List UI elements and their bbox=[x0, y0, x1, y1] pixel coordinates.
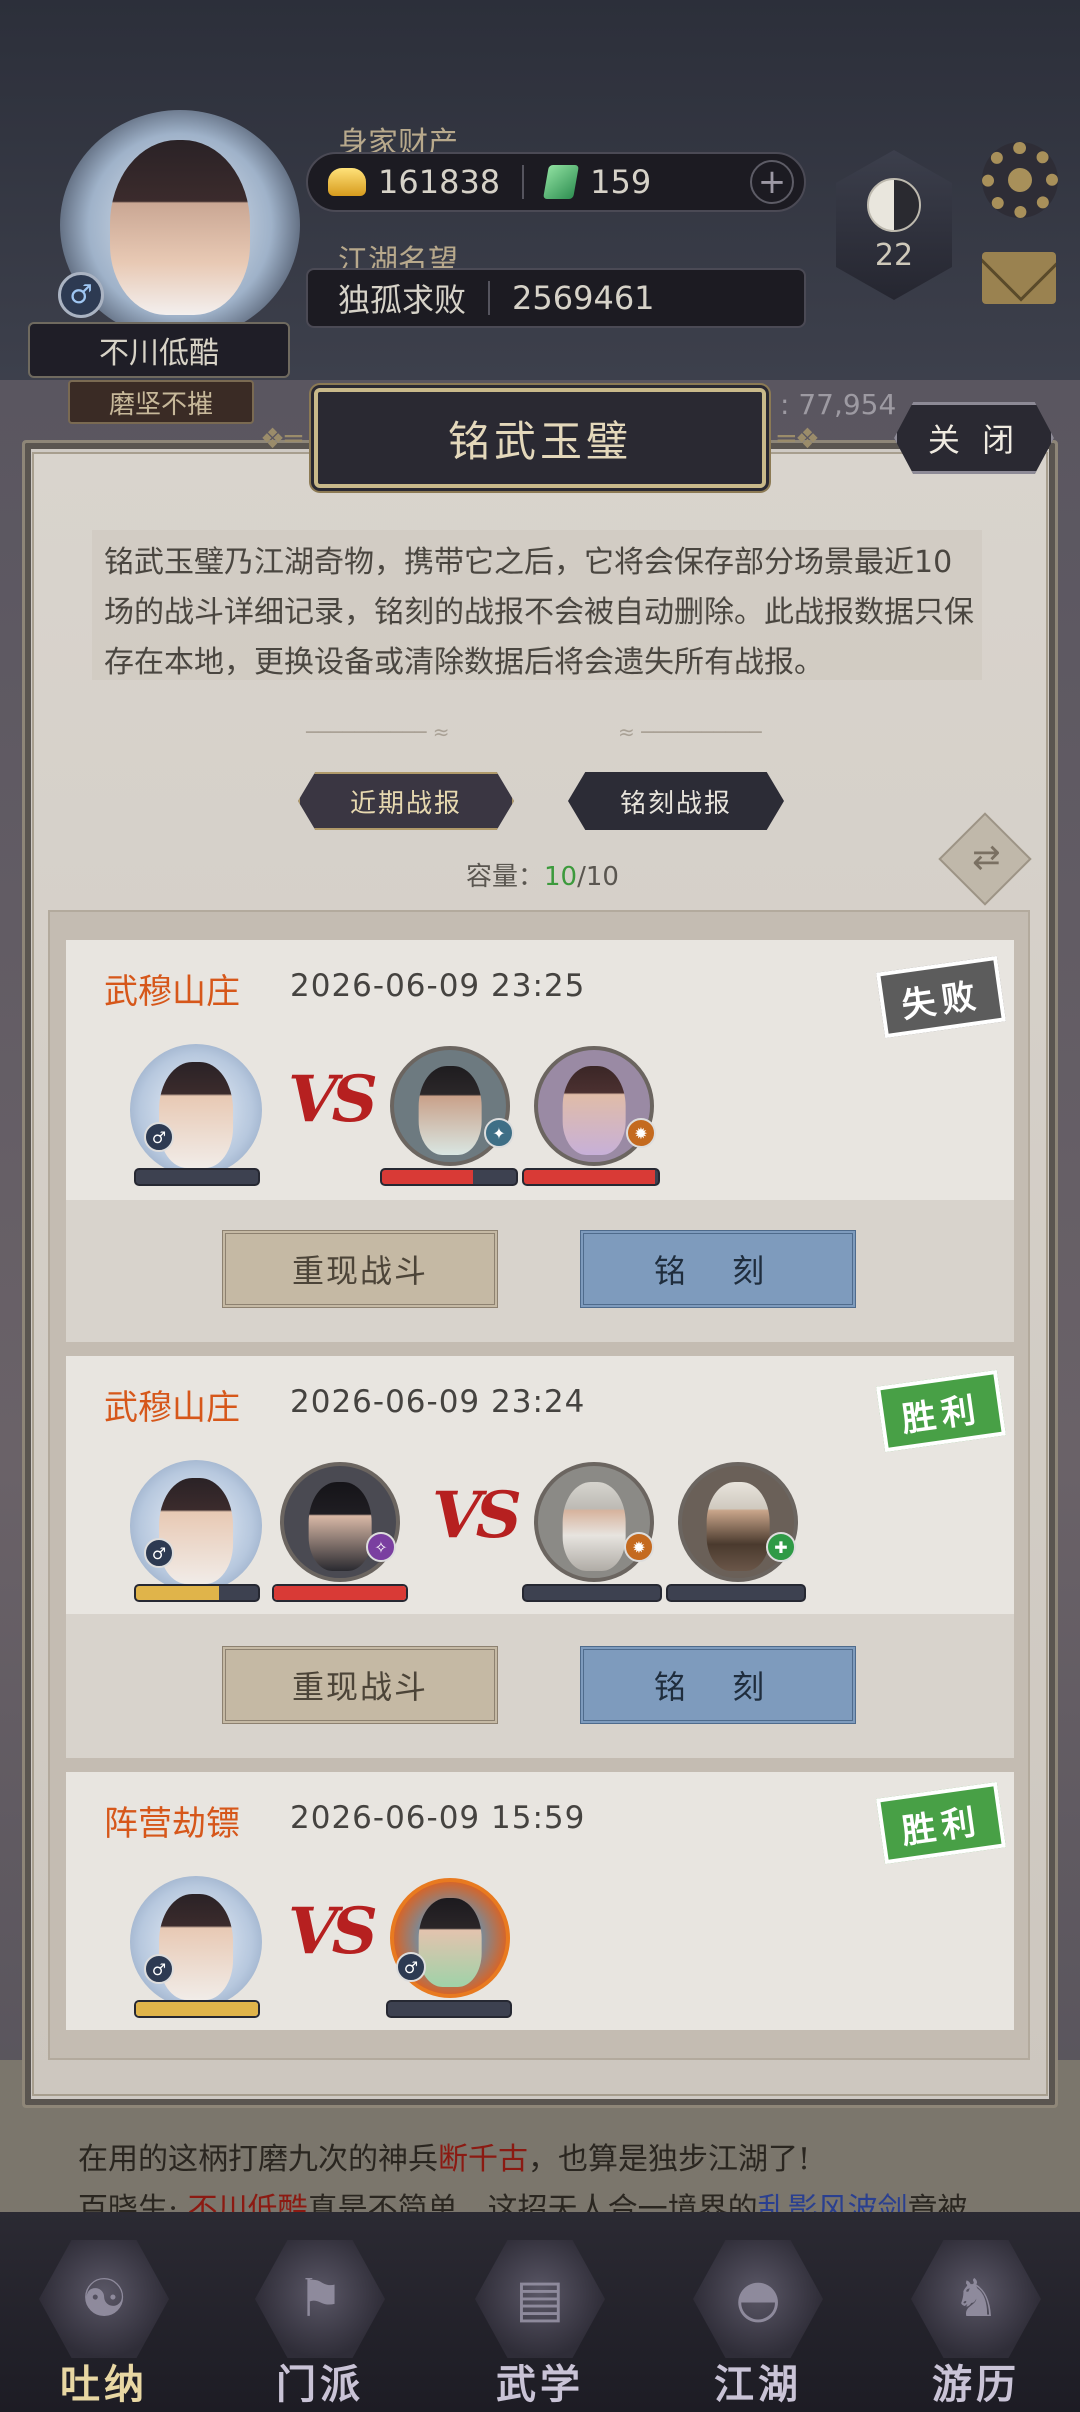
nav-item-sect[interactable]: ⚑ 门派 bbox=[240, 2240, 400, 2410]
male-icon: ♂ bbox=[58, 272, 104, 318]
player-portrait bbox=[130, 1460, 262, 1592]
player-name: 不川低酷 bbox=[28, 322, 290, 378]
report-time: 2026-06-09 23:25 bbox=[290, 968, 586, 1004]
nav-item-jianghu[interactable]: ◓ 江湖 bbox=[678, 2240, 838, 2410]
title-ornament-left: ❖═ bbox=[260, 422, 302, 455]
element-icon: ✦ bbox=[484, 1118, 514, 1148]
nav-label: 江湖 bbox=[714, 2361, 802, 2408]
male-icon: ♂ bbox=[144, 1954, 174, 1984]
combat-power-text: : 77,954 bbox=[780, 388, 897, 421]
divider-left: ────────── ≈ bbox=[306, 720, 450, 744]
title-ornament-right: ═❖ bbox=[778, 422, 820, 455]
element-icon: ✚ bbox=[766, 1532, 796, 1562]
element-icon: ✧ bbox=[366, 1532, 396, 1562]
bamboo-hat-icon: ◓ bbox=[693, 2240, 823, 2358]
enemy-portrait bbox=[678, 1462, 798, 1582]
capacity-indicator: 容量：10/10 bbox=[466, 862, 619, 892]
report-mode: 阵营劫镖 bbox=[104, 1804, 240, 1844]
engrave-button[interactable]: 铭 刻 bbox=[580, 1230, 856, 1308]
hp-bar bbox=[272, 1584, 408, 1602]
close-button[interactable]: 关 闭 bbox=[894, 402, 1054, 474]
scroll-book-icon: ▤ bbox=[475, 2240, 605, 2358]
male-icon: ♂ bbox=[144, 1122, 174, 1152]
male-icon: ♂ bbox=[144, 1538, 174, 1568]
report-card-actions bbox=[66, 1614, 1014, 1758]
story-line-1: 在用的这柄打磨九次的神兵断千古，也算是独步江湖了! bbox=[78, 2142, 811, 2177]
level-number: 22 bbox=[874, 237, 914, 273]
vs-icon: VS bbox=[288, 1062, 378, 1137]
divider-right: ≈ ────────── bbox=[618, 720, 762, 744]
jade-amount: 159 bbox=[590, 163, 652, 201]
hp-bar bbox=[380, 1168, 518, 1186]
player-portrait bbox=[130, 1876, 262, 2008]
fame-value: 2569461 bbox=[512, 279, 655, 317]
player-title: 磨坚不摧 bbox=[68, 380, 254, 424]
player-portrait bbox=[130, 1044, 262, 1176]
player-avatar bbox=[110, 140, 250, 315]
report-mode: 武穆山庄 bbox=[104, 972, 240, 1012]
fame-bar: 独孤求败 2569461 bbox=[306, 268, 806, 328]
hp-bar bbox=[134, 1584, 260, 1602]
nav-label: 武学 bbox=[496, 2361, 584, 2408]
horse-icon: ♞ bbox=[911, 2240, 1041, 2358]
element-icon: ✹ bbox=[626, 1118, 656, 1148]
fame-rank: 独孤求败 bbox=[338, 281, 467, 319]
vs-icon: VS bbox=[288, 1894, 378, 1969]
male-icon: ♂ bbox=[396, 1952, 426, 1982]
meditation-icon: ☯ bbox=[39, 2240, 169, 2358]
currency-bar: 161838 159 + bbox=[306, 152, 806, 212]
tab-recent-reports[interactable]: 近期战报 bbox=[298, 772, 514, 830]
hp-bar bbox=[666, 1584, 806, 1602]
nav-item-tuna[interactable]: ☯ 吐纳 bbox=[24, 2240, 184, 2410]
yinyang-icon bbox=[867, 177, 921, 232]
nav-label: 吐纳 bbox=[60, 2361, 148, 2408]
hp-bar bbox=[386, 2000, 512, 2018]
mail-icon[interactable] bbox=[982, 252, 1056, 304]
jade-icon bbox=[543, 165, 580, 199]
report-card-actions bbox=[66, 1200, 1014, 1342]
replay-battle-button[interactable]: 重现战斗 bbox=[222, 1230, 498, 1308]
nav-item-martial-arts[interactable]: ▤ 武学 bbox=[460, 2240, 620, 2410]
report-time: 2026-06-09 15:59 bbox=[290, 1800, 586, 1836]
report-time: 2026-06-09 23:24 bbox=[290, 1384, 586, 1420]
hp-bar bbox=[522, 1168, 660, 1186]
modal-title: 铭武玉璧 bbox=[314, 388, 766, 488]
engrave-button[interactable]: 铭 刻 bbox=[580, 1646, 856, 1724]
gold-ingot-icon bbox=[328, 168, 366, 196]
hp-bar bbox=[522, 1584, 662, 1602]
sect-flag-icon: ⚑ bbox=[255, 2240, 385, 2358]
fame-divider bbox=[488, 281, 491, 315]
enemy-portrait bbox=[534, 1462, 654, 1582]
tab-engraved-reports[interactable]: 铭刻战报 bbox=[568, 772, 784, 830]
report-mode: 武穆山庄 bbox=[104, 1388, 240, 1428]
nav-label: 游历 bbox=[932, 2361, 1020, 2408]
element-icon: ✹ bbox=[624, 1532, 654, 1562]
replay-battle-button[interactable]: 重现战斗 bbox=[222, 1646, 498, 1724]
ally-portrait bbox=[280, 1462, 400, 1582]
add-currency-button[interactable]: + bbox=[750, 160, 794, 204]
enemy-portrait bbox=[390, 1046, 510, 1166]
gear-icon[interactable] bbox=[982, 142, 1058, 218]
currency-divider bbox=[522, 165, 525, 199]
description-text: 铭武玉璧乃江湖奇物，携带它之后，它将会保存部分场景最近10场的战斗详细记录，铭刻… bbox=[104, 545, 974, 680]
enemy-portrait bbox=[534, 1046, 654, 1166]
refresh-icon: ⇄ bbox=[972, 837, 1001, 878]
hp-bar bbox=[134, 2000, 260, 2018]
gold-amount: 161838 bbox=[378, 163, 501, 201]
nav-label: 门派 bbox=[276, 2361, 364, 2408]
nav-item-travel[interactable]: ♞ 游历 bbox=[896, 2240, 1056, 2410]
hp-bar bbox=[134, 1168, 260, 1186]
vs-icon: VS bbox=[432, 1478, 522, 1553]
